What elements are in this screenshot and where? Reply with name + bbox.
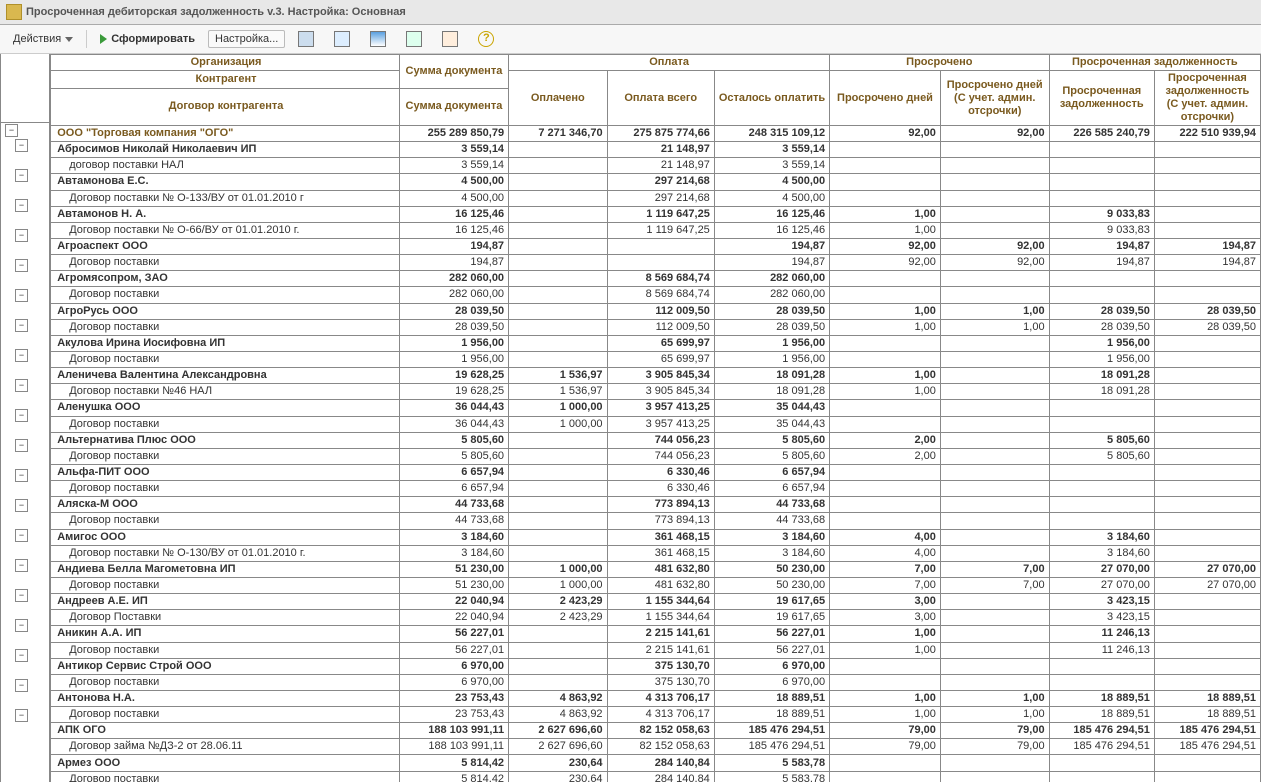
table-row[interactable]: Договор поставки5 805,60744 056,235 805,… bbox=[51, 448, 1261, 464]
table-row[interactable]: ООО "Торговая компания "ОГО"255 289 850,… bbox=[51, 126, 1261, 142]
expander[interactable]: − bbox=[15, 469, 28, 482]
expander[interactable]: − bbox=[15, 619, 28, 632]
tree-column: − − − − − − − − − − − − − − − − − − − − − bbox=[0, 54, 50, 782]
expander[interactable]: − bbox=[15, 379, 28, 392]
table-row[interactable]: Договор поставки5 814,42230,64284 140,84… bbox=[51, 771, 1261, 782]
expander[interactable]: − bbox=[15, 229, 28, 242]
table-row[interactable]: Аляска-М ООО44 733,68773 894,1344 733,68 bbox=[51, 497, 1261, 513]
col-z2: Просроченная задолженность (С учет. адми… bbox=[1154, 71, 1260, 126]
expander[interactable]: − bbox=[15, 169, 28, 182]
play-icon bbox=[100, 34, 107, 44]
expander[interactable]: − bbox=[5, 124, 18, 137]
tool-icon-2[interactable] bbox=[327, 28, 357, 50]
expander[interactable]: − bbox=[15, 259, 28, 272]
expander[interactable]: − bbox=[15, 349, 28, 362]
table-row[interactable]: АгроРусь ООО28 039,50112 009,5028 039,50… bbox=[51, 303, 1261, 319]
expander[interactable]: − bbox=[15, 649, 28, 662]
table-row[interactable]: Альтернатива Плюс ООО5 805,60744 056,235… bbox=[51, 432, 1261, 448]
table-row[interactable]: Акулова Ирина Иосифовна ИП1 956,0065 699… bbox=[51, 335, 1261, 351]
table-row[interactable]: Договор поставки282 060,008 569 684,7428… bbox=[51, 287, 1261, 303]
table-row[interactable]: Альфа-ПИТ ООО6 657,946 330,466 657,94 bbox=[51, 464, 1261, 480]
report-icon bbox=[6, 4, 22, 20]
expander[interactable]: − bbox=[15, 289, 28, 302]
col-oplacheno: Оплачено bbox=[509, 71, 608, 126]
col-org: Организация bbox=[51, 55, 400, 71]
col-dogovor: Договор контрагента bbox=[51, 88, 400, 125]
table-row[interactable]: АПК ОГО188 103 991,112 627 696,6082 152 … bbox=[51, 723, 1261, 739]
table-row[interactable]: Агроаспект ООО194,87194,8792,0092,00194,… bbox=[51, 238, 1261, 254]
table-row[interactable]: Аленичева Валентина Александровна19 628,… bbox=[51, 368, 1261, 384]
table-row[interactable]: Амигос ООО3 184,60361 468,153 184,604,00… bbox=[51, 529, 1261, 545]
table-row[interactable]: Антикор Сервис Строй ООО6 970,00375 130,… bbox=[51, 658, 1261, 674]
table-row[interactable]: Договор поставки № О-130/ВУ от 01.01.201… bbox=[51, 545, 1261, 561]
table-row[interactable]: Договор поставки23 753,434 863,924 313 7… bbox=[51, 707, 1261, 723]
report-area: − − − − − − − − − − − − − − − − − − − − − Организация Сумма … bbox=[0, 54, 1261, 782]
window-title-bar: Просроченная дебиторская задолженность v… bbox=[0, 0, 1261, 25]
form-button[interactable]: Сформировать bbox=[93, 30, 202, 48]
col-prosr-group: Просрочено bbox=[830, 55, 1049, 71]
col-sumdoc: Сумма документа bbox=[399, 55, 508, 89]
table-row[interactable]: Договор поставки1 956,0065 699,971 956,0… bbox=[51, 351, 1261, 367]
table-row[interactable]: Андиева Белла Магометовна ИП51 230,001 0… bbox=[51, 561, 1261, 577]
col-oplata-group: Оплата bbox=[509, 55, 830, 71]
col-prosr-dnei-adm: Просрочено дней (С учет. админ. отсрочки… bbox=[940, 71, 1049, 126]
table-row[interactable]: Договор поставки194,87194,8792,0092,0019… bbox=[51, 255, 1261, 271]
table-row[interactable]: Договор поставки36 044,431 000,003 957 4… bbox=[51, 416, 1261, 432]
tool-icon-4[interactable] bbox=[399, 28, 429, 50]
report-grid: Организация Сумма документа Оплата Проср… bbox=[50, 54, 1261, 782]
expander[interactable]: − bbox=[15, 499, 28, 512]
expander[interactable]: − bbox=[15, 139, 28, 152]
table-row[interactable]: Договор поставки № О-66/ВУ от 01.01.2010… bbox=[51, 222, 1261, 238]
help-icon: ? bbox=[478, 31, 494, 47]
table-row[interactable]: Договор поставки № О-133/ВУ от 01.01.201… bbox=[51, 190, 1261, 206]
actions-menu[interactable]: Действия bbox=[6, 30, 80, 48]
col-kagent: Контрагент bbox=[51, 71, 400, 89]
table-row[interactable]: Договор поставки56 227,012 215 141,6156 … bbox=[51, 642, 1261, 658]
table-row[interactable]: договор поставки НАЛ3 559,1421 148,973 5… bbox=[51, 158, 1261, 174]
table-row[interactable]: Аникин А.А. ИП56 227,012 215 141,6156 22… bbox=[51, 626, 1261, 642]
tool-icon-1[interactable] bbox=[291, 28, 321, 50]
help-button[interactable]: ? bbox=[471, 28, 501, 50]
expander[interactable]: − bbox=[15, 199, 28, 212]
expander[interactable]: − bbox=[15, 679, 28, 692]
toolbar: Действия Сформировать Настройка... ? bbox=[0, 25, 1261, 54]
table-row[interactable]: Договор поставки6 970,00375 130,706 970,… bbox=[51, 674, 1261, 690]
expander[interactable]: − bbox=[15, 589, 28, 602]
col-zadolz-group: Просроченная задолженность bbox=[1049, 55, 1260, 71]
expander[interactable]: − bbox=[15, 439, 28, 452]
table-row[interactable]: Договор поставки №46 НАЛ19 628,251 536,9… bbox=[51, 384, 1261, 400]
table-row[interactable]: Договор поставки44 733,68773 894,1344 73… bbox=[51, 513, 1261, 529]
col-prosr-dnei: Просрочено дней bbox=[830, 71, 941, 126]
col-ost-oplat: Осталось оплатить bbox=[714, 71, 829, 126]
col-sumdoc2: Сумма документа bbox=[399, 88, 508, 125]
table-row[interactable]: Договор поставки6 657,946 330,466 657,94 bbox=[51, 481, 1261, 497]
expander[interactable]: − bbox=[15, 709, 28, 722]
table-row[interactable]: Договор займа №ДЗ-2 от 28.06.11188 103 9… bbox=[51, 739, 1261, 755]
col-oplata-vsego: Оплата всего bbox=[607, 71, 714, 126]
table-row[interactable]: Автамонова Е.С.4 500,00297 214,684 500,0… bbox=[51, 174, 1261, 190]
settings-button[interactable]: Настройка... bbox=[208, 30, 285, 48]
expander[interactable]: − bbox=[15, 319, 28, 332]
expander[interactable]: − bbox=[15, 409, 28, 422]
table-row[interactable]: Аленушка ООО36 044,431 000,003 957 413,2… bbox=[51, 400, 1261, 416]
chevron-down-icon bbox=[65, 37, 73, 42]
table-row[interactable]: Андреев А.Е. ИП22 040,942 423,291 155 34… bbox=[51, 594, 1261, 610]
tool-icon-5[interactable] bbox=[435, 28, 465, 50]
col-z1: Просроченная задолженность bbox=[1049, 71, 1154, 126]
table-row[interactable]: Абросимов Николай Николаевич ИП3 559,142… bbox=[51, 142, 1261, 158]
expander[interactable]: − bbox=[15, 529, 28, 542]
table-row[interactable]: Агромясопром, ЗАО282 060,008 569 684,742… bbox=[51, 271, 1261, 287]
table-row[interactable]: Договор Поставки22 040,942 423,291 155 3… bbox=[51, 610, 1261, 626]
table-row[interactable]: Автамонов Н. А.16 125,461 119 647,2516 1… bbox=[51, 206, 1261, 222]
tool-icon-3[interactable] bbox=[363, 28, 393, 50]
table-row[interactable]: Антонова Н.А.23 753,434 863,924 313 706,… bbox=[51, 690, 1261, 706]
table-row[interactable]: Армез ООО5 814,42230,64284 140,845 583,7… bbox=[51, 755, 1261, 771]
table-row[interactable]: Договор поставки28 039,50112 009,5028 03… bbox=[51, 319, 1261, 335]
table-row[interactable]: Договор поставки51 230,001 000,00481 632… bbox=[51, 577, 1261, 593]
expander[interactable]: − bbox=[15, 559, 28, 572]
window-title: Просроченная дебиторская задолженность v… bbox=[26, 6, 406, 18]
